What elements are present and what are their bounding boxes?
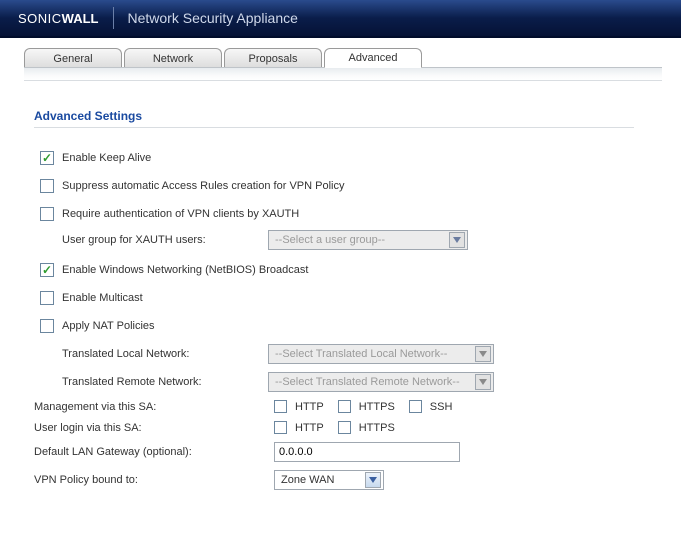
label-http: HTTP	[295, 422, 324, 434]
label-gateway: Default LAN Gateway (optional):	[34, 446, 274, 458]
label-require-xauth: Require authentication of VPN clients by…	[62, 208, 299, 220]
label-apply-nat: Apply NAT Policies	[62, 320, 155, 332]
checkbox-require-xauth[interactable]	[40, 207, 54, 221]
checkbox-mgmt-https[interactable]	[338, 400, 351, 413]
brand-logo: SONICWALL	[0, 11, 113, 26]
checkbox-apply-nat[interactable]	[40, 319, 54, 333]
label-ssh: SSH	[430, 401, 453, 413]
label-login-sa: User login via this SA:	[34, 422, 274, 434]
select-value: --Select Translated Local Network--	[275, 348, 447, 360]
app-header: SONICWALL Network Security Appliance	[0, 0, 681, 38]
label-http: HTTP	[295, 401, 324, 413]
label-xauth-group: User group for XAUTH users:	[62, 234, 230, 246]
checkbox-mgmt-http[interactable]	[274, 400, 287, 413]
label-suppress-rules: Suppress automatic Access Rules creation…	[62, 180, 344, 192]
section-divider	[34, 127, 634, 128]
tab-advanced[interactable]: Advanced	[324, 48, 422, 68]
brand-part2: WALL	[62, 11, 99, 26]
content-panel: Advanced Settings Enable Keep Alive Supp…	[0, 81, 681, 518]
checkbox-login-https[interactable]	[338, 421, 351, 434]
brand-part1: SONIC	[18, 11, 62, 26]
chevron-down-icon	[475, 346, 491, 362]
select-bound-to[interactable]: Zone WAN	[274, 470, 384, 490]
label-mgmt-sa: Management via this SA:	[34, 401, 274, 413]
tab-underline	[24, 67, 662, 81]
chevron-down-icon	[365, 472, 381, 488]
tab-general[interactable]: General	[24, 48, 122, 68]
select-trans-local: --Select Translated Local Network--	[268, 344, 494, 364]
tab-label: Advanced	[349, 52, 398, 64]
label-trans-local: Translated Local Network:	[62, 348, 230, 360]
label-bound-to: VPN Policy bound to:	[34, 474, 274, 486]
label-https: HTTPS	[359, 401, 395, 413]
select-value: Zone WAN	[281, 474, 334, 486]
chevron-down-icon	[475, 374, 491, 390]
section-title: Advanced Settings	[34, 109, 647, 123]
app-title: Network Security Appliance	[114, 10, 298, 26]
select-value: --Select a user group--	[275, 234, 385, 246]
label-https: HTTPS	[359, 422, 395, 434]
select-value: --Select Translated Remote Network--	[275, 376, 460, 388]
tab-bar: General Network Proposals Advanced	[24, 48, 681, 81]
label-netbios: Enable Windows Networking (NetBIOS) Broa…	[62, 264, 308, 276]
input-gateway[interactable]	[274, 442, 460, 462]
label-multicast: Enable Multicast	[62, 292, 143, 304]
tab-network[interactable]: Network	[124, 48, 222, 68]
checkbox-mgmt-ssh[interactable]	[409, 400, 422, 413]
label-trans-remote: Translated Remote Network:	[62, 376, 230, 388]
checkbox-netbios[interactable]	[40, 263, 54, 277]
tab-label: Proposals	[249, 53, 298, 65]
checkbox-suppress-rules[interactable]	[40, 179, 54, 193]
label-keep-alive: Enable Keep Alive	[62, 152, 151, 164]
checkbox-keep-alive[interactable]	[40, 151, 54, 165]
tab-label: General	[53, 53, 92, 65]
chevron-down-icon	[449, 232, 465, 248]
select-trans-remote: --Select Translated Remote Network--	[268, 372, 494, 392]
checkbox-multicast[interactable]	[40, 291, 54, 305]
select-xauth-group: --Select a user group--	[268, 230, 468, 250]
tab-label: Network	[153, 53, 193, 65]
checkbox-login-http[interactable]	[274, 421, 287, 434]
tab-proposals[interactable]: Proposals	[224, 48, 322, 68]
